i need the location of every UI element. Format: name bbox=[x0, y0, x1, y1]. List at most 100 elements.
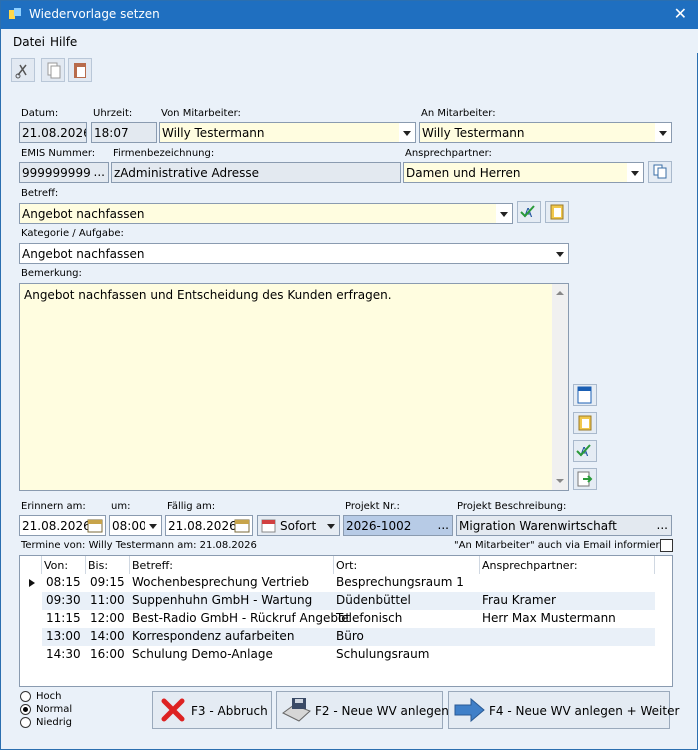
erinnern-zeit-combo[interactable]: 08:00 bbox=[109, 515, 162, 536]
spellcheck-icon: A bbox=[576, 444, 591, 459]
datum-field[interactable]: 21.08.2026 bbox=[19, 122, 87, 143]
scroll-up-icon[interactable] bbox=[552, 286, 568, 300]
kategorie-label: Kategorie / Aufgabe: bbox=[21, 228, 124, 239]
faellig-datum-field[interactable]: 21.08.2026 bbox=[165, 515, 253, 536]
arrow-right-icon bbox=[454, 697, 485, 723]
projekt-beschreibung-label: Projekt Beschreibung: bbox=[457, 501, 567, 512]
ansprechpartner-combo[interactable]: Damen und Herren bbox=[403, 162, 644, 183]
neue-wv-weiter-button[interactable]: F4 - Neue WV anlegen + Weiter bbox=[448, 691, 679, 729]
sofort-button[interactable]: Sofort bbox=[257, 515, 340, 536]
erinnern-label: Erinnern am: bbox=[21, 501, 86, 512]
cell-von: 09:30 bbox=[46, 593, 81, 607]
an-mitarbeiter-combo[interactable]: Willy Testermann bbox=[419, 122, 672, 143]
termine-table: Von: Bis: Betreff: Ort: Ansprechpartner:… bbox=[19, 555, 673, 687]
priority-normal-radio[interactable] bbox=[20, 704, 31, 715]
cell-bis: 16:00 bbox=[90, 647, 125, 661]
chevron-down-icon[interactable] bbox=[145, 516, 161, 535]
von-mitarbeiter-combo[interactable]: Willy Testermann bbox=[159, 122, 416, 143]
chevron-down-icon[interactable] bbox=[323, 516, 339, 535]
bemerkung-scrollbar[interactable] bbox=[552, 284, 568, 490]
cell-von: 13:00 bbox=[46, 629, 81, 643]
cell-bis: 14:00 bbox=[90, 629, 125, 643]
neue-wv-button[interactable]: F2 - Neue WV anlegen bbox=[276, 691, 449, 729]
copy-icon bbox=[47, 62, 61, 79]
chevron-down-icon[interactable] bbox=[496, 204, 512, 223]
cell-von: 08:15 bbox=[46, 575, 81, 589]
column-header-von[interactable]: Von: bbox=[42, 556, 86, 574]
cell-betreff: Schulung Demo-Anlage bbox=[132, 647, 273, 661]
emis-lookup-button[interactable]: ... bbox=[94, 165, 105, 179]
projekt-beschreibung-button[interactable]: ... bbox=[657, 518, 668, 532]
calendar-icon bbox=[577, 386, 592, 404]
neue-wv-label: F2 - Neue WV anlegen bbox=[315, 704, 449, 718]
menu-datei[interactable]: Datei bbox=[13, 35, 45, 49]
scroll-down-icon[interactable] bbox=[552, 474, 568, 488]
cell-betreff: Wochenbesprechung Vertrieb bbox=[132, 575, 310, 589]
cell-von: 14:30 bbox=[46, 647, 81, 661]
erinnern-datum-value: 21.08.2026 bbox=[22, 519, 91, 533]
insert-icon bbox=[577, 471, 593, 487]
abbruch-label: F3 - Abbruch bbox=[191, 704, 268, 718]
email-info-label: "An Mitarbeiter" auch via Email informie… bbox=[454, 540, 672, 551]
cut-button[interactable] bbox=[11, 58, 35, 82]
chevron-down-icon[interactable] bbox=[552, 244, 568, 263]
kategorie-combo[interactable]: Angebot nachfassen bbox=[19, 243, 569, 264]
sofort-label: Sofort bbox=[280, 519, 317, 533]
memo-textblock-button[interactable] bbox=[573, 412, 597, 434]
memo-insert-button[interactable] bbox=[573, 468, 597, 490]
erinnern-datum-field[interactable]: 21.08.2026 bbox=[19, 515, 106, 536]
column-header-betreff[interactable]: Betreff: bbox=[130, 556, 334, 574]
bemerkung-label: Bemerkung: bbox=[21, 268, 82, 279]
faellig-datum-value: 21.08.2026 bbox=[168, 519, 237, 533]
cell-ansprechpartner: Frau Kramer bbox=[482, 593, 556, 607]
cell-ort: Telefonisch bbox=[336, 611, 403, 625]
von-mitarbeiter-value: Willy Testermann bbox=[162, 126, 265, 140]
window-title: Wiedervorlage setzen bbox=[29, 7, 160, 21]
betreff-textblock-button[interactable] bbox=[545, 201, 569, 223]
abbruch-button[interactable]: F3 - Abbruch bbox=[152, 691, 272, 729]
calendar-icon[interactable] bbox=[234, 519, 250, 533]
projekt-nr-field[interactable]: 2026-1002 ... bbox=[343, 515, 453, 536]
calendar-icon[interactable] bbox=[87, 519, 103, 533]
projekt-beschreibung-value: Migration Warenwirtschaft bbox=[459, 519, 617, 533]
uhrzeit-label: Uhrzeit: bbox=[93, 108, 133, 119]
priority-hoch-radio[interactable] bbox=[20, 691, 31, 702]
betreff-spellcheck-button[interactable]: A bbox=[517, 201, 541, 223]
chevron-down-icon[interactable] bbox=[627, 163, 643, 182]
bemerkung-text: Angebot nachfassen und Entscheidung des … bbox=[24, 288, 392, 302]
cell-ansprechpartner bbox=[480, 646, 484, 648]
title-bar: Wiedervorlage setzen ✕ bbox=[1, 1, 698, 29]
column-header-ansprechpartner[interactable]: Ansprechpartner: bbox=[480, 556, 655, 574]
copy-button[interactable] bbox=[41, 58, 65, 82]
cell-ansprechpartner bbox=[480, 628, 484, 630]
cell-ort: Besprechungsraum 1 bbox=[336, 575, 464, 589]
bemerkung-textarea[interactable]: Angebot nachfassen und Entscheidung des … bbox=[19, 283, 569, 491]
cell-ort: Büro bbox=[336, 629, 364, 643]
cell-von: 11:15 bbox=[46, 611, 81, 625]
email-info-checkbox[interactable] bbox=[660, 539, 673, 552]
betreff-combo[interactable]: Angebot nachfassen bbox=[19, 203, 513, 224]
menu-hilfe[interactable]: Hilfe bbox=[50, 35, 77, 49]
neue-wv-weiter-label: F4 - Neue WV anlegen + Weiter bbox=[489, 704, 680, 718]
projekt-lookup-button[interactable]: ... bbox=[438, 518, 449, 532]
chevron-down-icon[interactable] bbox=[655, 123, 671, 142]
textblock-icon bbox=[550, 204, 564, 220]
cell-bis: 11:00 bbox=[90, 593, 125, 607]
column-header-bis[interactable]: Bis: bbox=[86, 556, 130, 574]
cell-ort: Schulungsraum bbox=[336, 647, 430, 661]
priority-niedrig-radio[interactable] bbox=[20, 717, 31, 728]
paste-icon bbox=[74, 63, 86, 78]
emis-field[interactable]: 999999999 ... bbox=[19, 162, 109, 183]
cell-ansprechpartner: Herr Max Mustermann bbox=[482, 611, 616, 625]
cell-bis: 12:00 bbox=[90, 611, 125, 625]
calendar-button[interactable] bbox=[573, 384, 597, 406]
ansprechpartner-copy-button[interactable] bbox=[648, 161, 672, 183]
paste-button[interactable] bbox=[68, 58, 92, 82]
close-icon[interactable]: ✕ bbox=[674, 4, 687, 23]
cancel-icon bbox=[161, 698, 185, 722]
cell-bis: 09:15 bbox=[90, 575, 125, 589]
column-header-ort[interactable]: Ort: bbox=[334, 556, 480, 574]
memo-spellcheck-button[interactable]: A bbox=[573, 440, 597, 462]
chevron-down-icon[interactable] bbox=[399, 123, 415, 142]
uhrzeit-field[interactable]: 18:07 bbox=[91, 122, 157, 143]
